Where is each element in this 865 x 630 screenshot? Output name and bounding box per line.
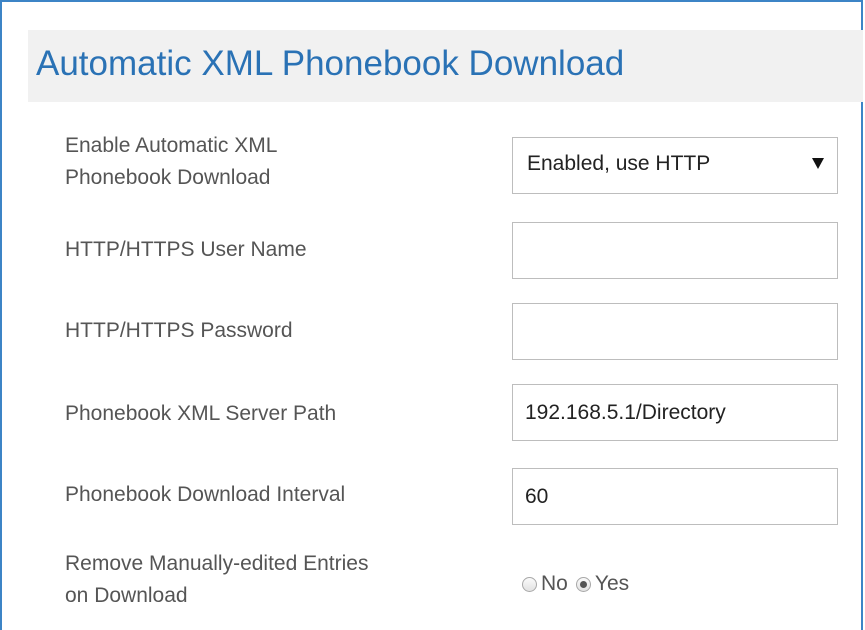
radio-yes[interactable] <box>575 576 591 592</box>
radio-yes-label[interactable]: Yes <box>595 572 629 596</box>
enable-download-selected-value: Enabled, use HTTP <box>527 152 711 175</box>
password-label: HTTP/HTTPS Password <box>65 319 293 342</box>
interval-input[interactable] <box>512 468 838 525</box>
radio-no-label[interactable]: No <box>541 572 568 596</box>
dropdown-arrow-icon[interactable] <box>812 158 824 169</box>
username-input[interactable] <box>512 222 838 279</box>
enable-download-label-line1: Enable Automatic XML <box>65 134 278 157</box>
enable-download-label-line2: Phonebook Download <box>65 166 271 189</box>
remove-entries-label: Remove Manually-edited Entries on Downlo… <box>65 548 495 612</box>
username-label: HTTP/HTTPS User Name <box>65 238 307 261</box>
enable-download-label: Enable Automatic XML Phonebook Download <box>65 130 495 194</box>
panel-header: Automatic XML Phonebook Download <box>28 30 863 102</box>
panel-title: Automatic XML Phonebook Download <box>36 44 625 83</box>
remove-entries-radio-group: No Yes <box>522 569 637 599</box>
server-path-label: Phonebook XML Server Path <box>65 402 337 425</box>
remove-entries-label-line1: Remove Manually-edited Entries <box>65 552 369 575</box>
server-path-input[interactable] <box>512 384 838 441</box>
enable-download-select[interactable]: Enabled, use HTTP <box>512 137 838 194</box>
radio-no[interactable] <box>522 576 537 592</box>
remove-entries-label-line2: on Download <box>65 584 188 607</box>
interval-label: Phonebook Download Interval <box>65 483 346 506</box>
password-input[interactable] <box>512 303 838 360</box>
